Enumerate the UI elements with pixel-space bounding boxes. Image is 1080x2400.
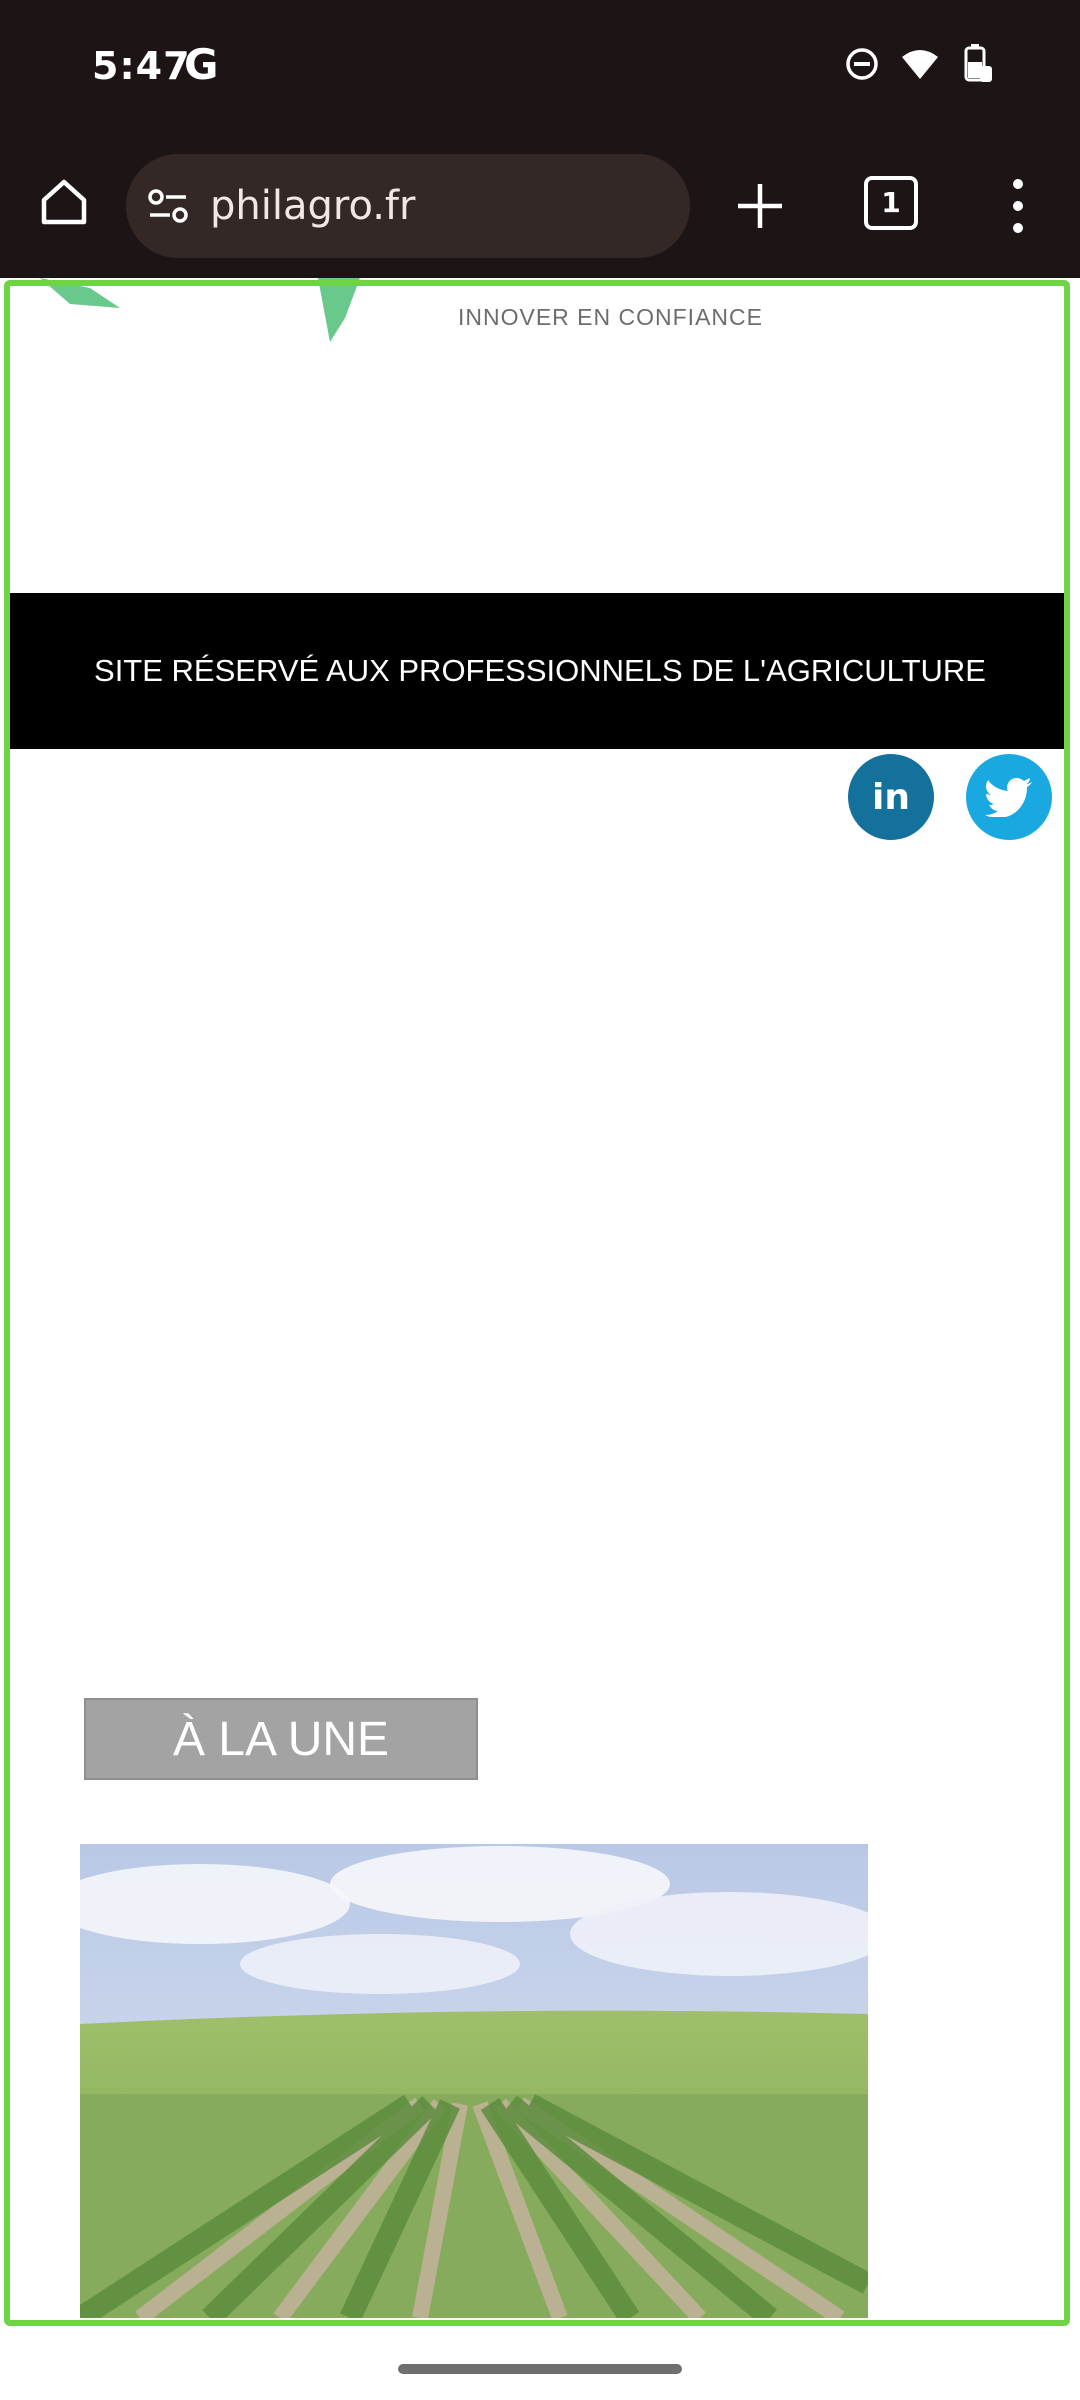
tab-count[interactable]: 1: [864, 176, 918, 230]
site-tagline: INNOVER EN CONFIANCE: [458, 304, 763, 330]
tabs-button[interactable]: 1: [864, 176, 920, 232]
wifi-icon: [902, 50, 938, 79]
browser-toolbar: philagro.fr 1: [0, 138, 1080, 416]
section-badge: À LA UNE: [84, 1698, 478, 1780]
more-vert-icon[interactable]: [1000, 174, 1036, 238]
twitter-icon[interactable]: [966, 754, 1052, 840]
google-icon: G: [184, 40, 219, 89]
battery-icon: [964, 44, 992, 82]
site-settings-icon[interactable]: [146, 184, 190, 228]
do-not-disturb-icon: [846, 48, 878, 80]
plus-icon[interactable]: [732, 178, 788, 234]
section-badge-label: À LA UNE: [172, 1712, 390, 1766]
status-icons: [844, 44, 994, 84]
logo-leaf-icon: [40, 278, 360, 342]
home-icon[interactable]: [36, 174, 92, 230]
status-bar: 5:47 G: [0, 0, 1080, 138]
url-text[interactable]: philagro.fr: [210, 183, 415, 229]
site-logo[interactable]: INNOVER EN CONFIANCE: [0, 278, 1080, 398]
twitter-bird-icon: [985, 778, 1032, 817]
notice-text: SITE RÉSERVÉ AUX PROFESSIONNELS DE L'AGR…: [94, 653, 986, 688]
vineyard-image[interactable]: [80, 1844, 868, 2318]
status-time: 5:47: [92, 44, 191, 88]
gesture-navigation-bar[interactable]: [398, 2364, 682, 2374]
linkedin-label: in: [872, 776, 910, 818]
linkedin-icon[interactable]: in: [848, 754, 934, 840]
professional-notice-banner: SITE RÉSERVÉ AUX PROFESSIONNELS DE L'AGR…: [10, 593, 1070, 749]
address-bar[interactable]: philagro.fr: [126, 154, 690, 258]
web-page: INNOVER EN CONFIANCE SITE RÉSERVÉ AUX PR…: [0, 278, 1080, 2330]
